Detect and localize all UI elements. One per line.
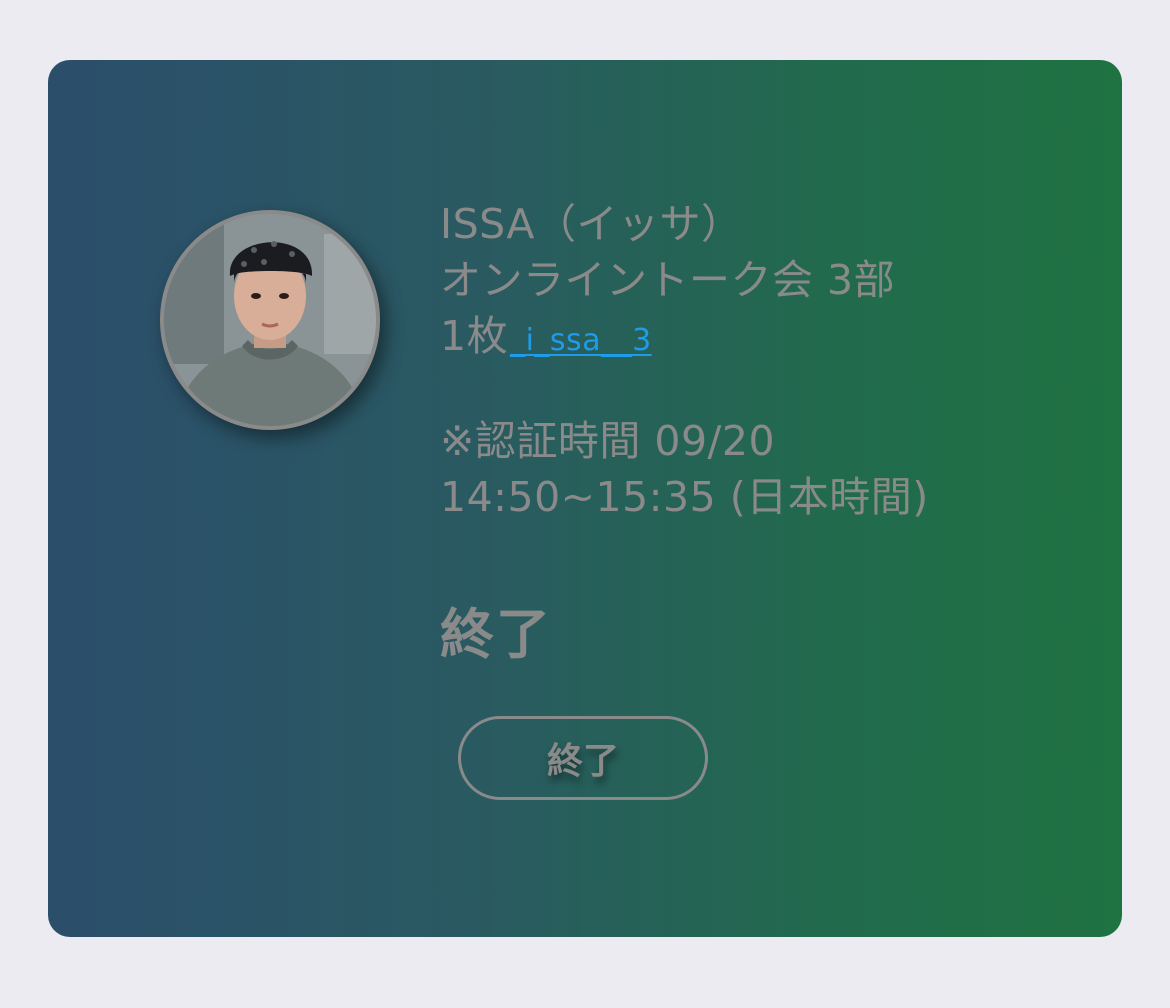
end-button[interactable]: 終了 [458,716,708,800]
artist-handle-link[interactable]: _i_ssa__3 [510,323,652,358]
auth-time: 14:50~15:35 (日本時間) [440,473,929,521]
ticket-count-row: 1枚_i_ssa__3 [440,308,929,369]
ticket-card: ISSA（イッサ） オンライントーク会 3部 1枚_i_ssa__3 ※認証時間… [48,60,1122,937]
ticket-count: 1枚 [440,312,509,360]
artist-name: ISSA（イッサ） [440,200,743,248]
auth-date: ※認証時間 09/20 [440,417,776,465]
ticket-info: ISSA（イッサ） オンライントーク会 3部 1枚_i_ssa__3 ※認証時間… [440,196,929,525]
event-name: オンライントーク会 3部 [440,256,896,304]
status-label: 終了 [440,603,552,666]
artist-avatar [160,210,380,430]
